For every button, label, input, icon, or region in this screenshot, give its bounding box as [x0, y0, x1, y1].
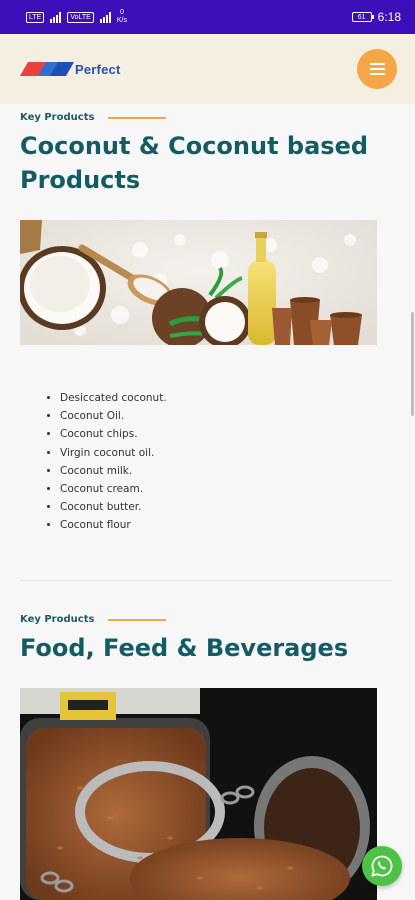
list-item: Virgin coconut oil. — [60, 444, 350, 462]
network-speed: 0 K/s — [116, 9, 127, 24]
status-bar: LTE VoLTE 0 K/s 61 6:18 — [0, 0, 415, 34]
coconut-image-art — [20, 220, 377, 345]
list-item: Coconut butter. — [60, 498, 350, 516]
key-products-label: Key Products — [20, 112, 95, 123]
site-logo[interactable]: Perfect — [19, 61, 121, 77]
list-item: Coconut cream. — [60, 480, 350, 498]
logo-text: Perfect — [75, 61, 121, 77]
whatsapp-chat-button[interactable] — [362, 846, 402, 886]
food-feed-section: Key Products Food, Feed & Beverages — [20, 614, 377, 665]
accent-line — [108, 618, 167, 621]
hamburger-menu-button[interactable] — [357, 49, 397, 89]
section-title: Food, Feed & Beverages — [20, 634, 349, 662]
sim1-indicator: LTE — [26, 11, 45, 23]
flax-seeds-image — [20, 688, 377, 900]
list-item: Coconut flour — [60, 516, 350, 534]
accent-line — [108, 116, 167, 119]
key-products-label: Key Products — [20, 614, 95, 625]
battery-icon: 61 — [351, 12, 374, 22]
signal-icon — [50, 11, 62, 23]
list-item: Desiccated coconut. — [60, 389, 350, 407]
section-divider — [20, 580, 392, 581]
section-title: Coconut & Coconut based Products — [20, 132, 369, 194]
clock: 6:18 — [377, 10, 401, 24]
list-item: Coconut chips. — [60, 425, 350, 443]
page-scrollbar[interactable] — [411, 312, 414, 416]
hamburger-menu-icon — [369, 63, 385, 65]
site-header: Perfect — [0, 34, 415, 104]
flax-seeds-image-art — [20, 688, 377, 900]
sim2-indicator: VoLTE — [67, 11, 94, 23]
coconut-products-image — [20, 220, 377, 345]
logo-mark — [19, 62, 75, 76]
list-item: Coconut Oil. — [60, 407, 350, 425]
coconut-products-list: Desiccated coconut. Coconut Oil. Coconut… — [20, 389, 350, 535]
list-item: Coconut milk. — [60, 462, 350, 480]
coconut-section: Key Products Coconut & Coconut based Pro… — [20, 112, 377, 197]
signal-icon-2 — [99, 11, 111, 23]
whatsapp-icon — [371, 855, 393, 877]
